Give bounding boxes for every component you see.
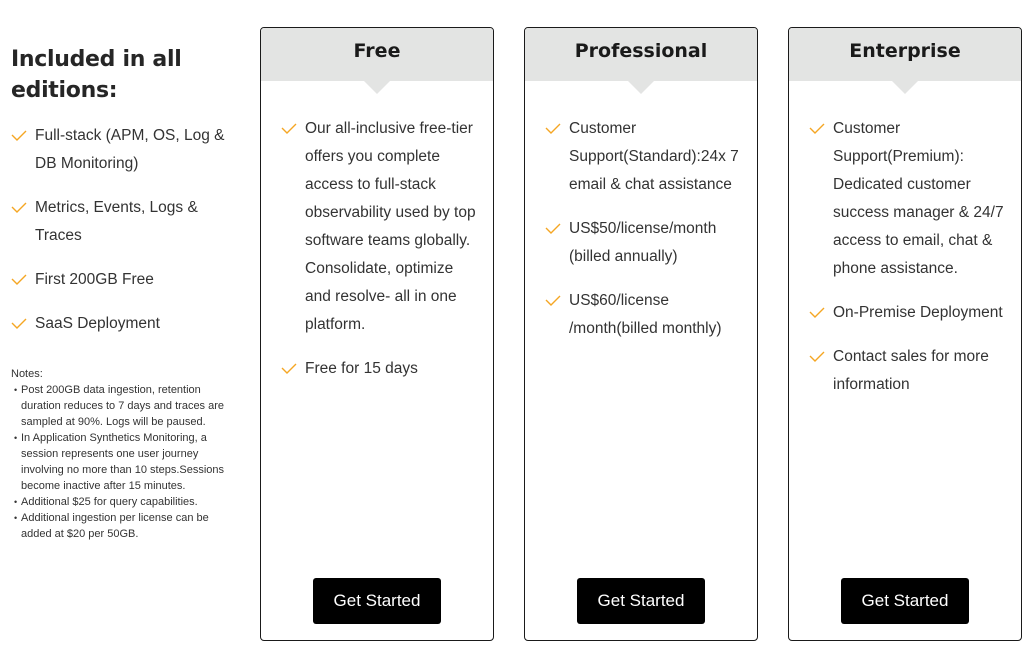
checkmark-icon bbox=[809, 305, 825, 319]
checkmark-icon bbox=[809, 121, 825, 135]
notes-section: Notes: Post 200GB data ingestion, retent… bbox=[11, 366, 226, 542]
header-pointer bbox=[892, 81, 918, 94]
header-pointer bbox=[364, 81, 390, 94]
plan-title: Free bbox=[261, 28, 493, 81]
get-started-button-enterprise[interactable]: Get Started bbox=[841, 578, 969, 624]
included-feature-item: SaaS Deployment bbox=[11, 310, 226, 338]
notes-list: Post 200GB data ingestion, retention dur… bbox=[11, 382, 226, 542]
plan-feature-item: On-Premise Deployment bbox=[809, 299, 1007, 327]
checkmark-icon bbox=[545, 121, 561, 135]
included-feature-list: Full-stack (APM, OS, Log & DB Monitoring… bbox=[11, 122, 226, 338]
plan-feature-item: US$60/license /month(billed monthly) bbox=[545, 287, 743, 343]
plan-feature-list: Our all-inclusive free-tier offers you c… bbox=[261, 115, 493, 383]
plan-card-free: Free Our all-inclusive free-tier offers … bbox=[260, 27, 494, 641]
notes-label: Notes: bbox=[11, 368, 43, 380]
get-started-button-professional[interactable]: Get Started bbox=[577, 578, 705, 624]
note-item: Additional $25 for query capabilities. bbox=[11, 494, 226, 510]
included-feature-item: Full-stack (APM, OS, Log & DB Monitoring… bbox=[11, 122, 226, 178]
checkmark-icon bbox=[281, 361, 297, 375]
plan-feature-item: Customer Support(Premium): Dedicated cus… bbox=[809, 115, 1007, 283]
checkmark-icon bbox=[11, 272, 27, 286]
included-feature-item: First 200GB Free bbox=[11, 266, 226, 294]
plan-feature-item: US$50/license/month (billed annually) bbox=[545, 215, 743, 271]
plan-feature-item: Our all-inclusive free-tier offers you c… bbox=[281, 115, 479, 339]
plan-feature-list: Customer Support(Standard):24x 7 email &… bbox=[525, 115, 757, 343]
get-started-button-free[interactable]: Get Started bbox=[313, 578, 441, 624]
included-feature-item: Metrics, Events, Logs & Traces bbox=[11, 194, 226, 250]
note-item: In Application Synthetics Monitoring, a … bbox=[11, 430, 226, 494]
checkmark-icon bbox=[281, 121, 297, 135]
checkmark-icon bbox=[545, 293, 561, 307]
checkmark-icon bbox=[809, 349, 825, 363]
plan-title: Enterprise bbox=[789, 28, 1021, 81]
plan-feature-item: Customer Support(Standard):24x 7 email &… bbox=[545, 115, 743, 199]
plan-feature-item: Contact sales for more information bbox=[809, 343, 1007, 399]
note-item: Post 200GB data ingestion, retention dur… bbox=[11, 382, 226, 430]
plan-card-enterprise: Enterprise Customer Support(Premium): De… bbox=[788, 27, 1022, 641]
note-item: Additional ingestion per license can be … bbox=[11, 510, 226, 542]
plan-feature-list: Customer Support(Premium): Dedicated cus… bbox=[789, 115, 1021, 399]
plan-feature-item: Free for 15 days bbox=[281, 355, 479, 383]
checkmark-icon bbox=[11, 128, 27, 142]
plan-title: Professional bbox=[525, 28, 757, 81]
included-section: Included in all editions: Full-stack (AP… bbox=[11, 44, 226, 354]
plan-card-professional: Professional Customer Support(Standard):… bbox=[524, 27, 758, 641]
header-pointer bbox=[628, 81, 654, 94]
included-heading: Included in all editions: bbox=[11, 47, 182, 103]
checkmark-icon bbox=[11, 316, 27, 330]
checkmark-icon bbox=[11, 200, 27, 214]
checkmark-icon bbox=[545, 221, 561, 235]
